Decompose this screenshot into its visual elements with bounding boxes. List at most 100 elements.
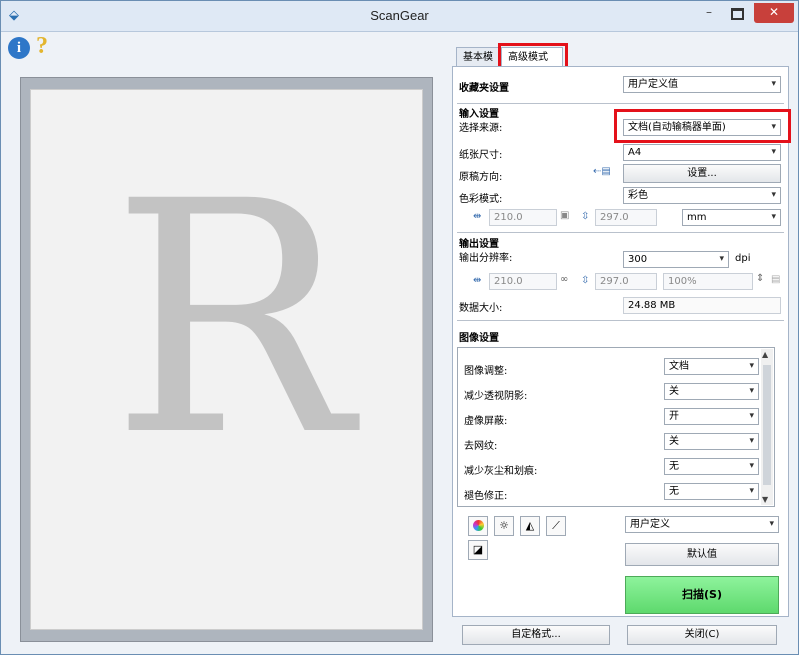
preview-page[interactable]: R (30, 89, 423, 630)
image-adjustment-select[interactable]: 文档 ▾ (664, 358, 759, 375)
chevron-down-icon: ▾ (769, 519, 774, 529)
scan-button[interactable]: 扫描(S) (625, 576, 779, 614)
source-select[interactable]: 文档(自动输稿器单面) ▾ (623, 119, 781, 136)
tab-advanced-mode[interactable]: 高级模式 (501, 47, 563, 67)
resolution-label: 输出分辨率: (459, 253, 513, 264)
histogram-icon[interactable]: ◭ (520, 516, 540, 536)
scrollbar[interactable]: ▲ ▼ (761, 349, 773, 505)
custom-size-button[interactable]: 自定格式... (462, 625, 610, 645)
help-icon[interactable]: ? (36, 33, 48, 60)
spin-icon[interactable]: ⇕ (756, 273, 764, 284)
close-window-button[interactable]: ✕ (754, 3, 794, 23)
color-mode-label: 色彩模式: (459, 194, 503, 205)
dust-scratch-select[interactable]: 无 ▾ (664, 458, 759, 475)
input-height-field[interactable]: 297.0 (595, 209, 657, 226)
resolution-value: 300 (628, 254, 648, 265)
data-size-label: 数据大小: (459, 303, 503, 314)
data-size-value: 24.88 MB (623, 297, 781, 314)
paper-size-label: 纸张尺寸: (459, 150, 503, 161)
orientation-icon: ⇠▤ (593, 166, 611, 177)
chevron-down-icon: ▾ (749, 436, 754, 446)
tone-curve-icon[interactable]: ⟋ (546, 516, 566, 536)
chevron-down-icon: ▾ (749, 361, 754, 371)
tone-preset-select[interactable]: 用户定义 ▾ (625, 516, 779, 533)
divider (457, 103, 784, 104)
chevron-down-icon: ▾ (749, 486, 754, 496)
unit-select[interactable]: mm ▾ (682, 209, 781, 226)
width-icon: ⇹ (473, 211, 482, 222)
resolution-select[interactable]: 300 ▾ (623, 251, 729, 268)
advanced-mode-content: 收藏夹设置 用户定义值 ▾ 输入设置 选择来源: 文档(自动输稿器单面) ▾ 纸张尺… (452, 66, 791, 617)
image-setting-label: 减少灰尘和划痕: (464, 466, 538, 477)
source-label: 选择来源: (459, 123, 503, 134)
minimize-button[interactable]: – (697, 3, 721, 23)
chevron-down-icon: ▾ (771, 147, 776, 157)
maximize-button[interactable] (725, 3, 749, 23)
image-setting-value: 开 (669, 411, 679, 422)
chevron-down-icon: ▾ (749, 386, 754, 396)
reset-icon[interactable]: ▤ (771, 274, 780, 285)
source-value: 文档(自动输稿器单面) (628, 122, 726, 133)
link-icon[interactable]: ∞ (560, 274, 568, 285)
aspect-icon[interactable]: ▣ (560, 210, 569, 221)
scangear-window: ⬙ ScanGear – ✕ i ? R 基本模式 高级模式 收藏夹设置 用户定… (0, 0, 799, 655)
image-settings-header: 图像设置 (459, 333, 499, 344)
color-balance-icon[interactable] (468, 516, 488, 536)
image-setting-value: 无 (669, 486, 679, 497)
favorite-value: 用户定义值 (628, 79, 678, 90)
scale-field[interactable]: 100% (663, 273, 753, 290)
preview-area: R (20, 77, 433, 642)
image-setting-label: 图像调整: (464, 366, 508, 377)
unsharp-mask-select[interactable]: 开 ▾ (664, 408, 759, 425)
favorite-select[interactable]: 用户定义值 ▾ (623, 76, 781, 93)
image-setting-value: 无 (669, 461, 679, 472)
height-icon: ⇳ (581, 211, 590, 222)
paper-size-value: A4 (628, 147, 642, 158)
image-setting-label: 去网纹: (464, 441, 498, 452)
image-setting-value: 关 (669, 436, 679, 447)
info-icon[interactable]: i (8, 37, 30, 59)
paper-size-select[interactable]: A4 ▾ (623, 144, 781, 161)
close-button[interactable]: 关闭(C) (627, 625, 777, 645)
tone-preset-value: 用户定义 (630, 519, 670, 530)
chevron-down-icon: ▾ (771, 79, 776, 89)
chevron-down-icon: ▾ (771, 212, 776, 222)
output-width-field[interactable]: 210.0 (489, 273, 557, 290)
resolution-unit: dpi (735, 253, 751, 264)
input-settings-header: 输入设置 (459, 109, 499, 120)
color-mode-value: 彩色 (628, 190, 648, 201)
color-mode-select[interactable]: 彩色 ▾ (623, 187, 781, 204)
preview-letter: R (111, 134, 352, 506)
chevron-down-icon: ▾ (749, 461, 754, 471)
image-setting-value: 关 (669, 386, 679, 397)
image-setting-label: 褪色修正: (464, 491, 508, 502)
fading-correction-select[interactable]: 无 ▾ (664, 483, 759, 500)
chevron-down-icon: ▾ (771, 190, 776, 200)
width-icon: ⇹ (473, 275, 482, 286)
orientation-settings-button[interactable]: 设置... (623, 164, 781, 183)
image-settings-list: 图像调整: 文档 ▾ 减少透视阴影: 关 ▾ 虚像屏蔽: 开 ▾ 去网纹: 关 ▾ 减少… (457, 347, 775, 507)
divider (457, 232, 784, 233)
reduce-show-through-select[interactable]: 关 ▾ (664, 383, 759, 400)
settings-panel: 基本模式 高级模式 收藏夹设置 用户定义值 ▾ 输入设置 选择来源: 文档(自动输… (444, 43, 791, 647)
input-width-field[interactable]: 210.0 (489, 209, 557, 226)
window-title: ScanGear (370, 8, 429, 23)
maximize-icon (730, 8, 744, 20)
scroll-thumb[interactable] (763, 365, 771, 485)
orientation-label: 原稿方向: (459, 172, 503, 183)
output-height-field[interactable]: 297.0 (595, 273, 657, 290)
image-setting-value: 文档 (669, 361, 689, 372)
scroll-down-icon[interactable]: ▼ (762, 495, 768, 504)
tab-basic-mode[interactable]: 基本模式 (456, 47, 505, 83)
scroll-up-icon[interactable]: ▲ (762, 350, 768, 359)
image-setting-label: 虚像屏蔽: (464, 416, 508, 427)
output-settings-header: 输出设置 (459, 239, 499, 250)
chevron-down-icon: ▾ (749, 411, 754, 421)
height-icon: ⇳ (581, 275, 590, 286)
favorite-label: 收藏夹设置 (459, 83, 509, 94)
threshold-icon[interactable]: ◪ (468, 540, 488, 560)
descreen-select[interactable]: 关 ▾ (664, 433, 759, 450)
chevron-down-icon: ▾ (719, 254, 724, 264)
brightness-icon[interactable]: ☼ (494, 516, 514, 536)
defaults-button[interactable]: 默认值 (625, 543, 779, 566)
